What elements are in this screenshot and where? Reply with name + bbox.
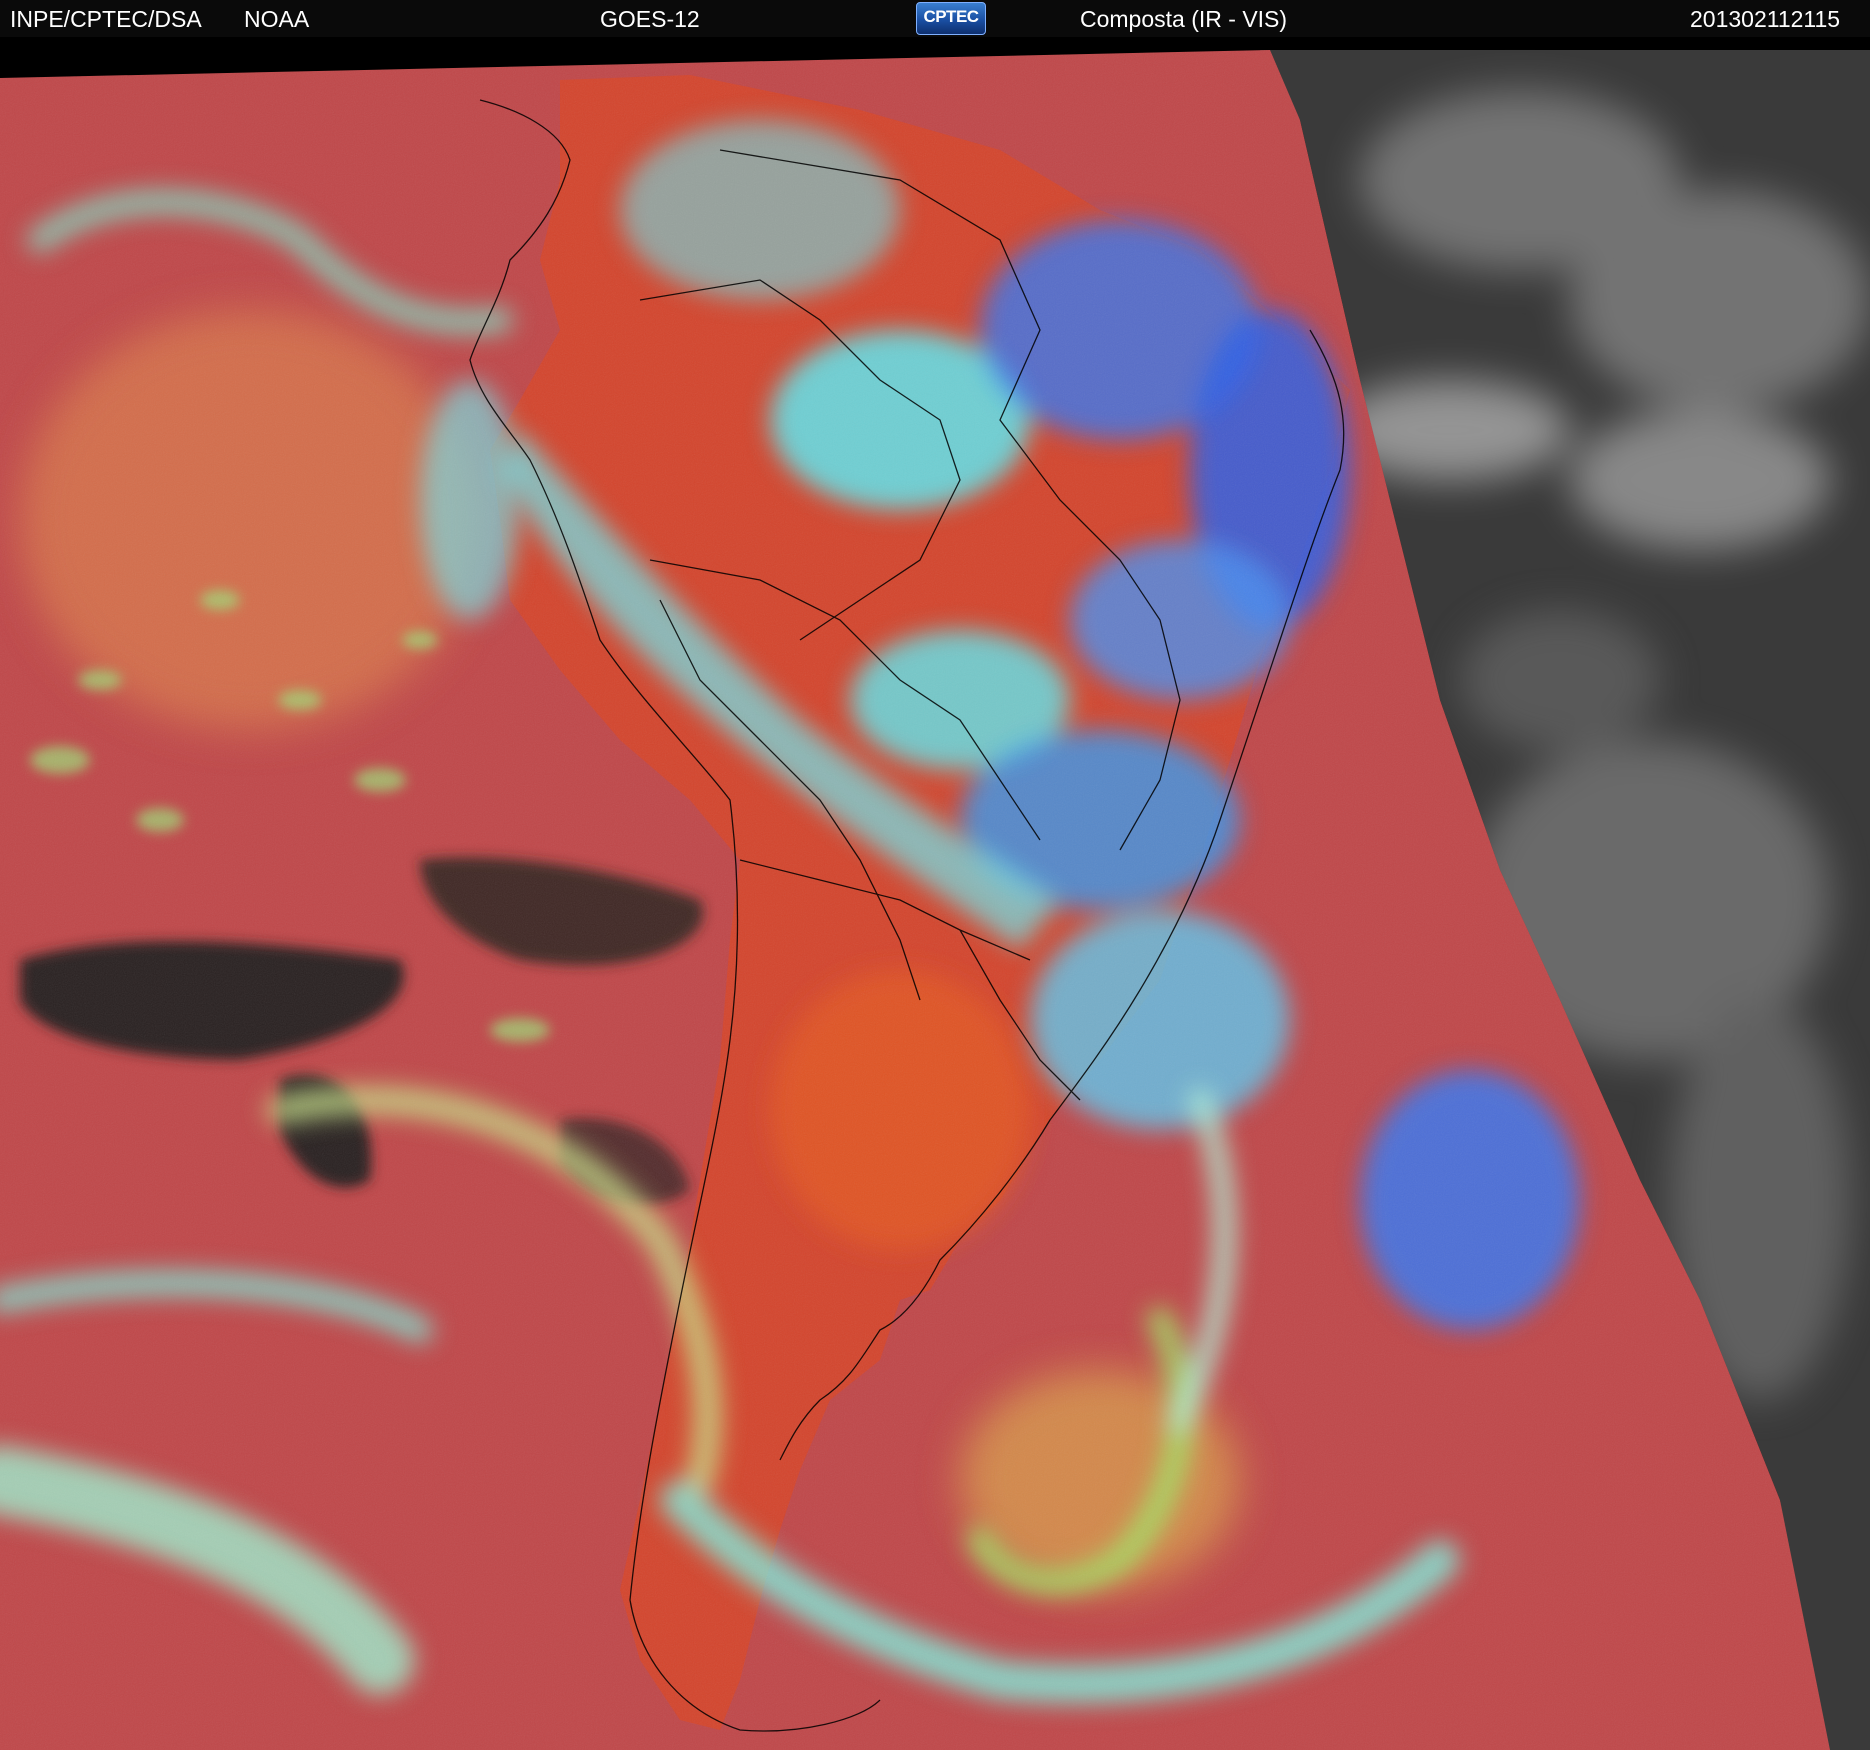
satellite-label: GOES-12 [600, 6, 700, 32]
institution-label: INPE/CPTEC/DSA [10, 6, 202, 32]
satellite-map [0, 37, 1870, 1750]
header-bar: INPE/CPTEC/DSA NOAA GOES-12 CPTEC Compos… [0, 0, 1870, 37]
cptec-logo: CPTEC [916, 2, 986, 35]
logo-text: CPTEC [923, 7, 979, 26]
timestamp-label: 201302112115 [1690, 6, 1841, 32]
agency-label: NOAA [244, 6, 310, 32]
product-label: Composta (IR - VIS) [1080, 6, 1288, 32]
satellite-image-viewer: INPE/CPTEC/DSA NOAA GOES-12 CPTEC Compos… [0, 0, 1870, 1750]
